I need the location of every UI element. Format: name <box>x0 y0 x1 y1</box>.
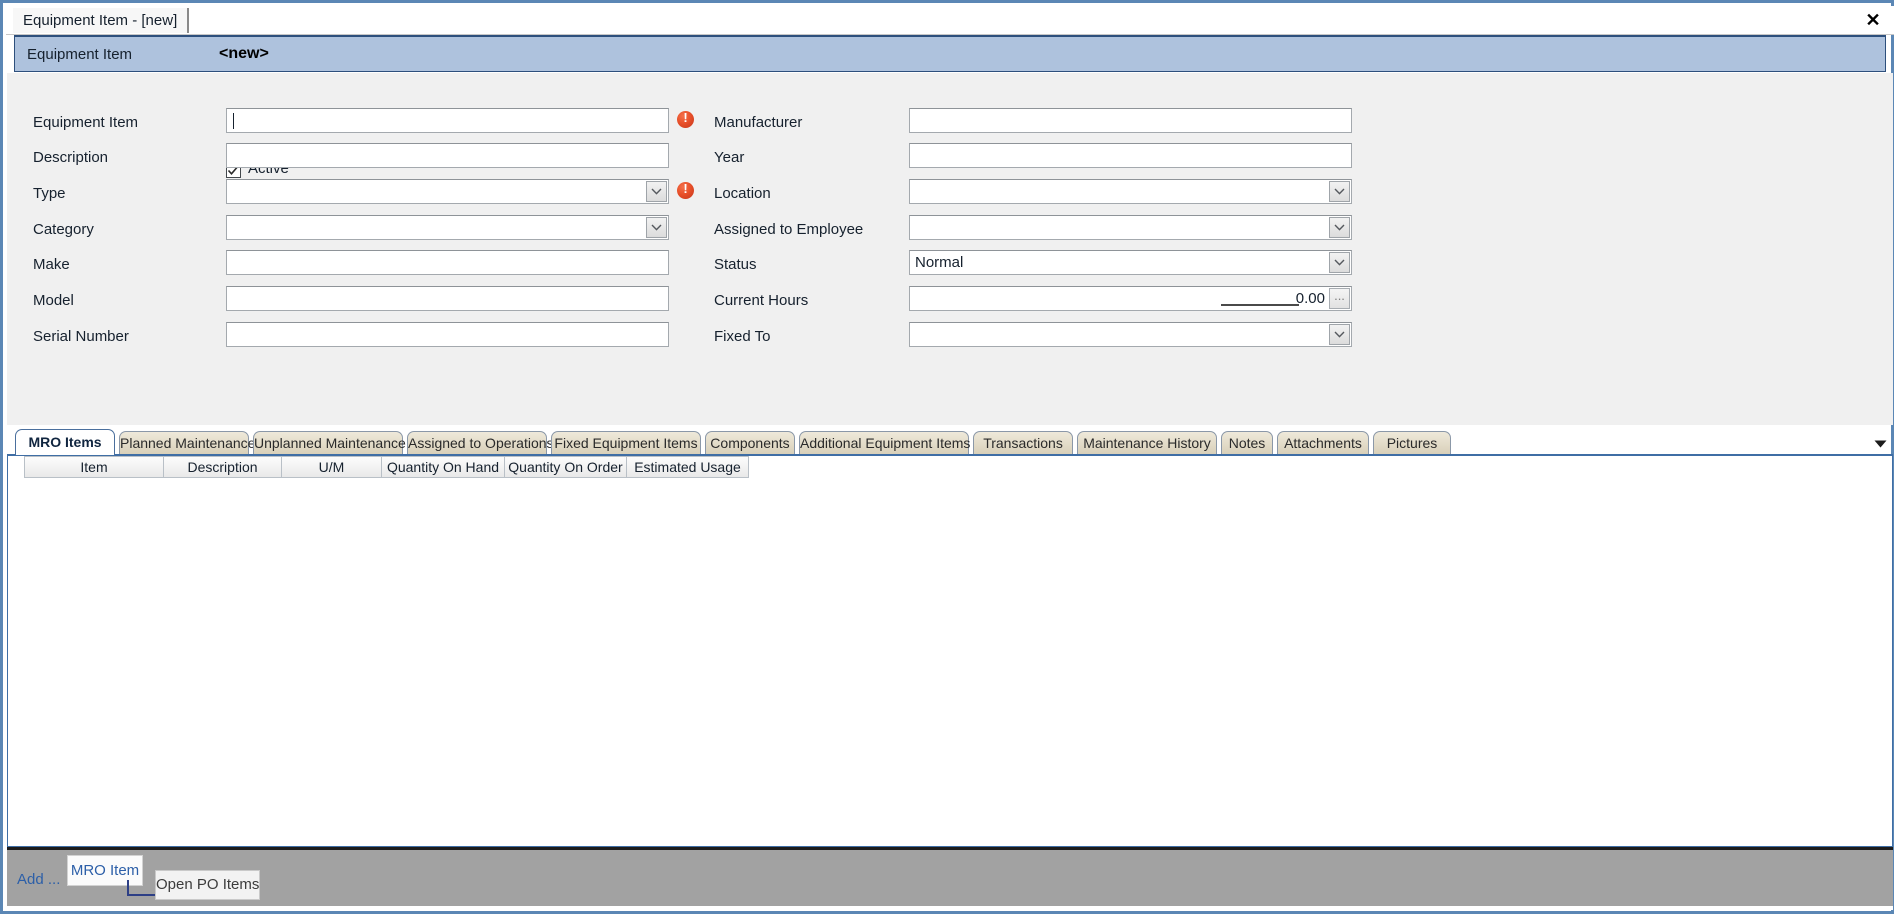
label-equipment-item: Equipment Item <box>33 114 139 131</box>
combobox-fixed-to[interactable] <box>909 322 1352 347</box>
combobox-category[interactable] <box>226 215 669 240</box>
label-location: Location <box>714 185 771 202</box>
label-serial-number: Serial Number <box>33 328 129 345</box>
grid-column-description[interactable]: Description <box>164 456 282 478</box>
grid-column-item[interactable]: Item <box>24 456 164 478</box>
tab-fixed-equipment-items[interactable]: Fixed Equipment Items <box>551 431 701 455</box>
value-status: Normal <box>915 254 964 271</box>
chevron-down-icon-location[interactable] <box>1329 181 1350 202</box>
input-description[interactable] <box>226 143 669 168</box>
tab-unplanned-maintenance[interactable]: Unplanned Maintenance <box>253 431 406 455</box>
current-hours-rule <box>1221 304 1299 306</box>
value-current-hours: 0.00 <box>1295 290 1325 307</box>
detail-tabstrip: MRO Items Planned Maintenance Unplanned Ma… <box>7 429 1893 455</box>
input-model[interactable] <box>226 286 669 311</box>
grid-column-quantity-on-order[interactable]: Quantity On Order <box>505 456 627 478</box>
error-icon-equipment-item[interactable] <box>677 110 694 128</box>
tab-maintenance-history[interactable]: Maintenance History <box>1077 431 1217 455</box>
input-manufacturer[interactable] <box>909 108 1352 133</box>
label-category: Category <box>33 221 94 238</box>
combobox-assigned-to-employee[interactable] <box>909 215 1352 240</box>
input-current-hours[interactable]: 0.00 ... <box>909 286 1352 311</box>
tab-pictures[interactable]: Pictures <box>1373 431 1451 455</box>
tab-attachments[interactable]: Attachments <box>1277 431 1369 455</box>
chevron-down-icon-assigned-to-employee[interactable] <box>1329 217 1350 238</box>
label-status: Status <box>714 256 757 273</box>
grid-column-u-m[interactable]: U/M <box>282 456 382 478</box>
label-model: Model <box>33 292 74 309</box>
combobox-status[interactable]: Normal <box>909 250 1352 275</box>
input-year[interactable] <box>909 143 1352 168</box>
record-header-value: <new> <box>219 45 269 62</box>
chevron-down-icon-type[interactable] <box>646 181 667 202</box>
add-label: Add ... <box>17 871 61 888</box>
combobox-location[interactable] <box>909 179 1352 204</box>
label-year: Year <box>714 149 745 166</box>
record-header-band: Equipment Item <new> <box>14 35 1886 72</box>
chevron-down-icon-fixed-to[interactable] <box>1329 324 1350 345</box>
document-tab-equipment-item[interactable]: Equipment Item - [new] <box>13 8 190 33</box>
tab-mro-items[interactable]: MRO Items <box>15 429 115 455</box>
label-description: Description <box>33 149 109 166</box>
label-manufacturer: Manufacturer <box>714 114 803 131</box>
input-make[interactable] <box>226 250 669 275</box>
record-header-label: Equipment Item <box>27 46 133 63</box>
combobox-type[interactable] <box>226 179 669 204</box>
label-type: Type <box>33 185 66 202</box>
chevron-down-icon-status[interactable] <box>1329 252 1350 273</box>
grid-header-row: Item Description U/M Quantity On Hand Quanti… <box>8 456 1892 478</box>
ellipsis-button-current-hours[interactable]: ... <box>1329 288 1350 309</box>
tab-planned-maintenance[interactable]: Planned Maintenance <box>119 431 255 455</box>
tab-components[interactable]: Components <box>705 431 795 455</box>
chevron-down-icon-tab-overflow[interactable] <box>1874 435 1887 452</box>
tab-assigned-to-operations[interactable]: Assigned to Operations <box>407 431 554 455</box>
error-icon-type[interactable] <box>677 181 694 199</box>
label-fixed-to: Fixed To <box>714 328 771 345</box>
label-assigned-to-employee: Assigned to Employee <box>714 221 864 238</box>
equipment-item-window: Equipment Item - [new] ✕ Equipment Item … <box>0 0 1894 914</box>
text-cursor <box>233 113 234 129</box>
label-make: Make <box>33 256 70 273</box>
window-titlebar: Equipment Item - [new] ✕ <box>6 6 1894 35</box>
open-po-items-button[interactable]: Open PO Items <box>155 870 260 900</box>
tab-notes[interactable]: Notes <box>1221 431 1273 455</box>
input-equipment-item[interactable] <box>226 108 669 133</box>
input-serial-number[interactable] <box>226 322 669 347</box>
grid-column-quantity-on-hand[interactable]: Quantity On Hand <box>382 456 505 478</box>
mro-items-grid: Item Description U/M Quantity On Hand Quanti… <box>7 454 1893 847</box>
chevron-down-icon-category[interactable] <box>646 217 667 238</box>
close-icon[interactable]: ✕ <box>1860 7 1886 33</box>
label-current-hours: Current Hours <box>714 292 809 309</box>
tab-transactions[interactable]: Transactions <box>973 431 1073 455</box>
grid-column-estimated-usage[interactable]: Estimated Usage <box>627 456 749 478</box>
equipment-detail-form: Active Equipment Item Description Type C… <box>7 73 1893 425</box>
bottom-action-bar: Add ... MRO Item Open PO Items <box>7 847 1893 910</box>
tab-additional-equipment-items[interactable]: Additional Equipment Items <box>799 431 970 455</box>
